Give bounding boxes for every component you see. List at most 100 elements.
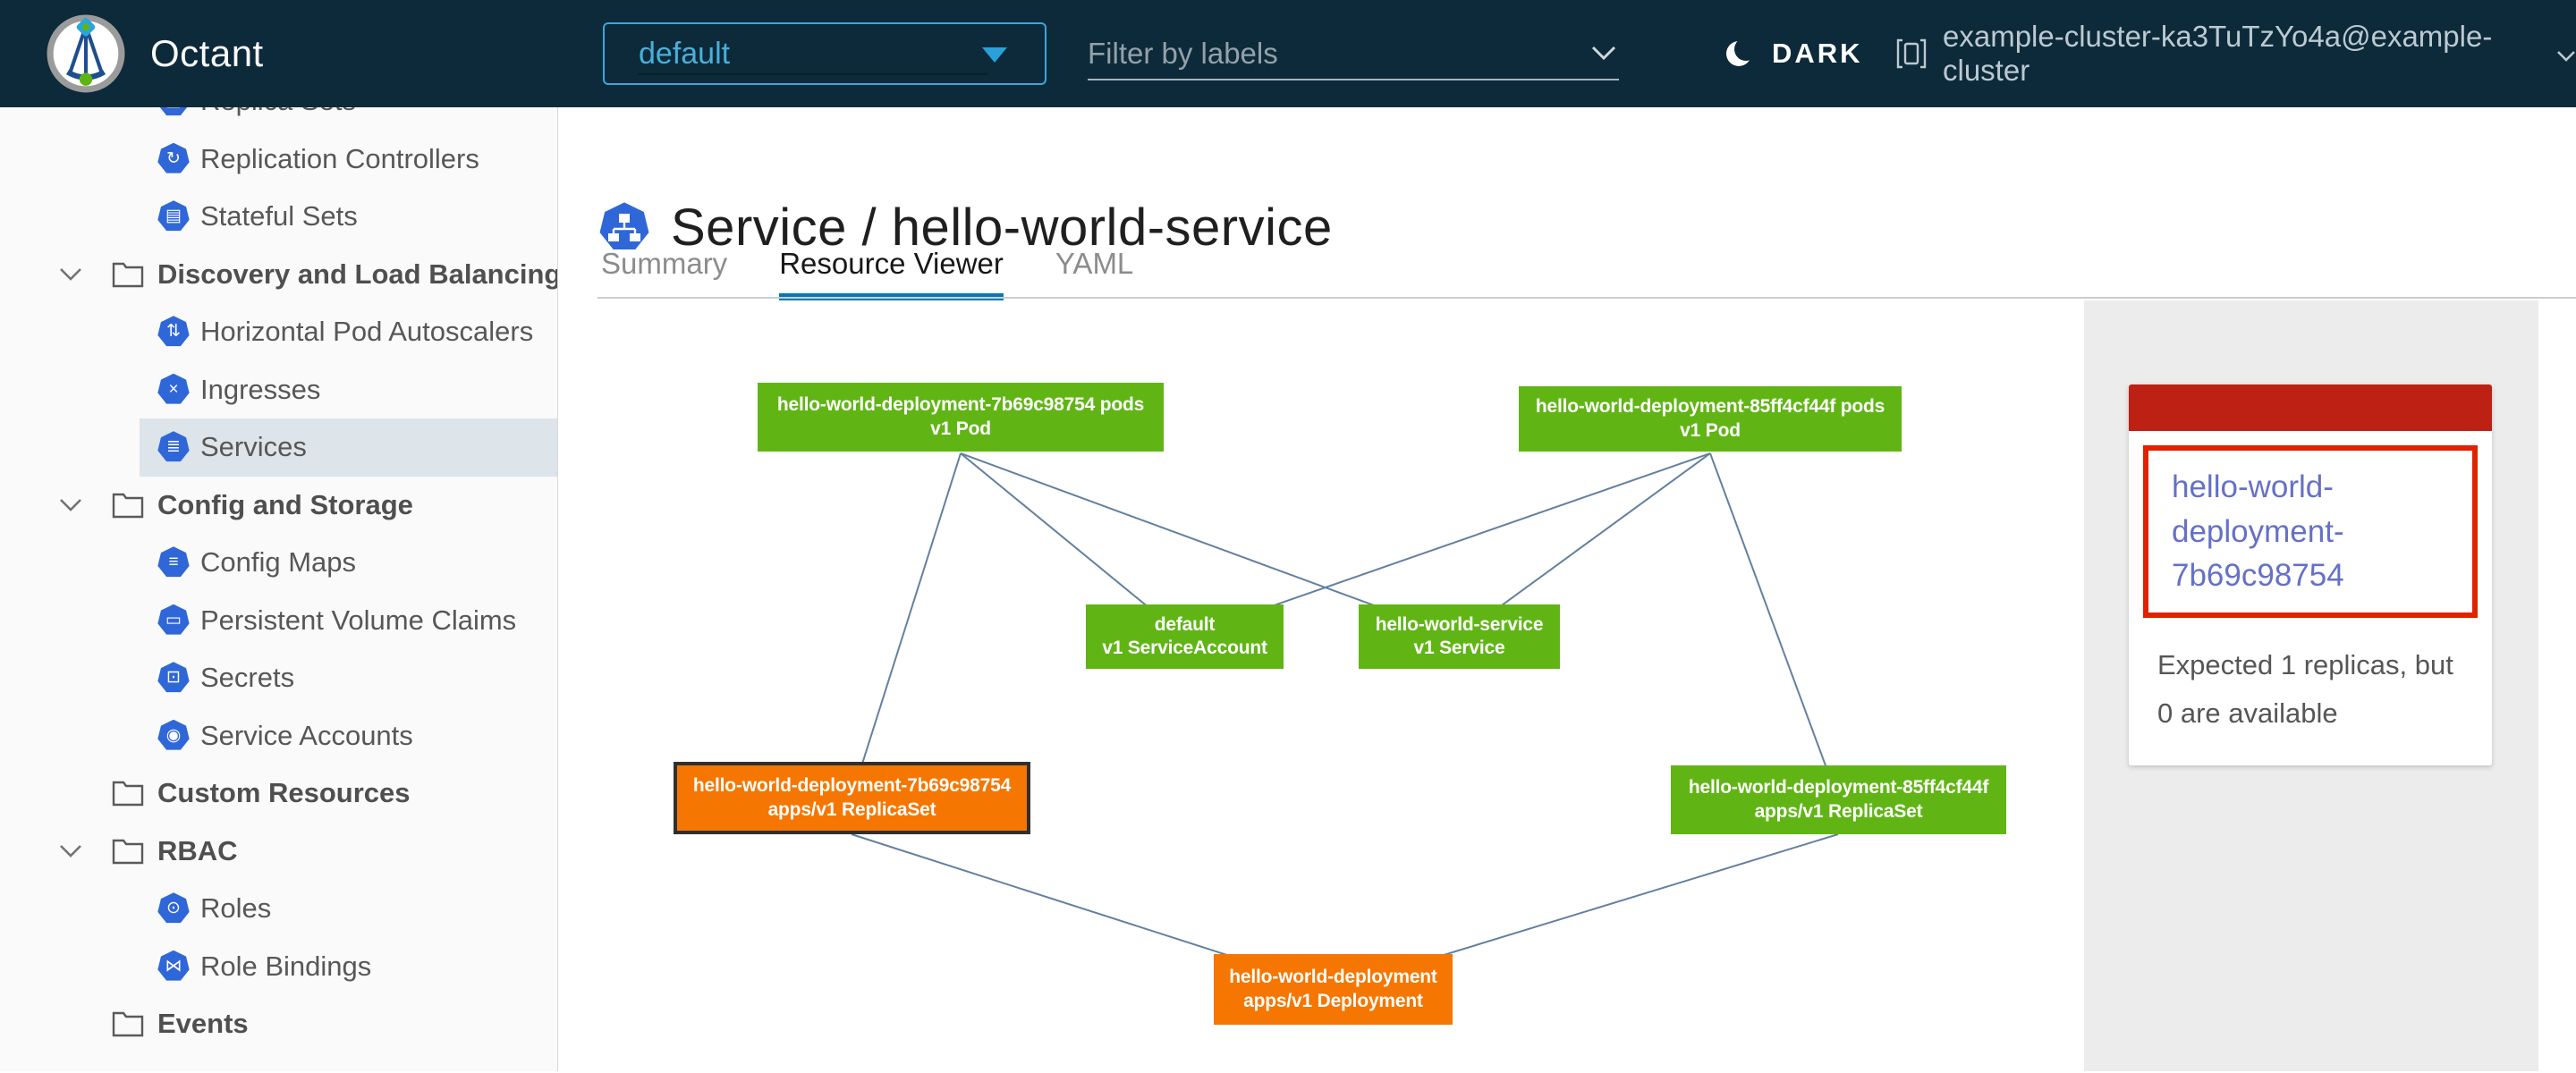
hpa-icon: ⇅: [157, 316, 190, 348]
selected-resource-box: hello-world-deployment-7b69c98754: [2143, 445, 2478, 618]
main-content: Service / hello-world-service Summary Re…: [558, 107, 2576, 1071]
cluster-name: example-cluster-ka3TuTzYo4a@example-clus…: [1943, 20, 2540, 88]
cluster-icon: [1894, 37, 1928, 71]
replication-controllers-icon: ↻: [157, 143, 190, 175]
caret-down-icon: [982, 47, 1007, 63]
sidebar-group-label: RBAC: [157, 835, 238, 867]
status-bar-error: [2129, 384, 2492, 431]
graph-node-serviceaccount-default[interactable]: default v1 ServiceAccount: [1086, 604, 1284, 669]
node-label: default: [1155, 613, 1215, 637]
sidebar-group-custom-resources[interactable]: Custom Resources: [0, 765, 557, 823]
label-filter[interactable]: [1088, 32, 1619, 80]
sidebar-item-label: Stateful Sets: [200, 200, 358, 232]
sidebar-item-replication-controllers[interactable]: ↻ Replication Controllers: [0, 131, 557, 189]
sidebar-item-secrets[interactable]: ⊡ Secrets: [0, 649, 557, 707]
node-label: hello-world-deployment: [1229, 966, 1436, 989]
sidebar-group-events[interactable]: Events: [0, 995, 557, 1053]
octant-logo[interactable]: [47, 14, 125, 93]
tab-bar: Summary Resource Viewer YAML: [601, 247, 1133, 300]
sidebar-item-label: Horizontal Pod Autoscalers: [200, 316, 533, 348]
node-kind: v1 Pod: [1680, 419, 1741, 443]
replica-warning-message: Expected 1 replicas, but 0 are available: [2157, 641, 2474, 739]
selected-resource-link[interactable]: hello-world-deployment-7b69c98754: [2172, 465, 2463, 598]
sidebar-group-label: Config and Storage: [157, 489, 413, 521]
folder-icon: [111, 836, 145, 866]
sidebar-list: ▣ Replica Sets ↻ Replication Controllers…: [0, 107, 557, 1053]
replica-sets-icon: ▣: [157, 107, 190, 117]
sidebar-item-label: Config Maps: [200, 546, 356, 579]
sidebar-item-replica-sets[interactable]: ▣ Replica Sets: [0, 107, 557, 131]
cluster-selector[interactable]: example-cluster-ka3TuTzYo4a@example-clus…: [1894, 0, 2576, 107]
sidebar-group-discovery-and-load-balancing[interactable]: Discovery and Load Balancing: [0, 246, 557, 304]
chevron-down-icon[interactable]: [59, 267, 82, 282]
graph-node-pods-85ff4cf44f[interactable]: hello-world-deployment-85ff4cf44f pods v…: [1519, 386, 1902, 452]
node-kind: v1 Pod: [930, 418, 991, 441]
folder-icon: [111, 490, 145, 520]
node-label: hello-world-deployment-85ff4cf44f pods: [1536, 395, 1885, 418]
chevron-down-icon[interactable]: [59, 498, 82, 512]
chevron-down-icon[interactable]: [1590, 45, 1617, 61]
sidebar-item-label: Roles: [200, 892, 271, 925]
node-kind: apps/v1 Deployment: [1243, 990, 1423, 1013]
node-kind: apps/v1 ReplicaSet: [768, 798, 936, 822]
node-kind: v1 ServiceAccount: [1102, 637, 1267, 660]
sidebar-item-role-bindings[interactable]: ⋈ Role Bindings: [0, 938, 557, 996]
sidebar-group-config-and-storage[interactable]: Config and Storage: [0, 477, 557, 535]
theme-toggle-label: DARK: [1772, 38, 1863, 70]
label-filter-input[interactable]: [1088, 32, 1571, 75]
detail-card-body: hello-world-deployment-7b69c98754 Expect…: [2129, 431, 2492, 765]
sidebar-item-services[interactable]: ≣ Services: [0, 418, 557, 477]
roles-icon: ⊙: [157, 892, 190, 925]
node-label: hello-world-deployment-85ff4cf44f: [1689, 776, 1988, 799]
graph-node-service-hello-world[interactable]: hello-world-service v1 Service: [1359, 604, 1560, 669]
sidebar-nav: ▣ Replica Sets ↻ Replication Controllers…: [0, 107, 558, 1071]
node-label: hello-world-deployment-7b69c98754: [693, 774, 1011, 798]
detail-card: hello-world-deployment-7b69c98754 Expect…: [2129, 384, 2492, 765]
sidebar-item-ingresses[interactable]: × Ingresses: [0, 361, 557, 419]
folder-icon: [111, 778, 145, 808]
graph-node-replicaset-85ff4cf44f[interactable]: hello-world-deployment-85ff4cf44f apps/v…: [1671, 765, 2006, 834]
sidebar-item-label: Role Bindings: [200, 950, 371, 983]
sidebar-group-rbac[interactable]: RBAC: [0, 823, 557, 881]
sidebar-item-stateful-sets[interactable]: ▤ Stateful Sets: [0, 188, 557, 246]
folder-icon: [111, 1009, 145, 1039]
tab-resource-viewer[interactable]: Resource Viewer: [779, 247, 1004, 300]
stateful-sets-icon: ▤: [157, 200, 190, 232]
sidebar-item-service-accounts[interactable]: ◉ Service Accounts: [0, 707, 557, 765]
top-navbar: Octant default DARK example-cluster-ka3T…: [0, 0, 2576, 107]
moon-icon: [1722, 36, 1758, 72]
theme-toggle[interactable]: DARK: [1722, 0, 1863, 107]
graph-node-pods-7b69c98754[interactable]: hello-world-deployment-7b69c98754 pods v…: [758, 383, 1164, 452]
folder-icon: [111, 259, 145, 290]
namespace-dropdown[interactable]: default: [603, 22, 1046, 85]
node-label: hello-world-deployment-7b69c98754 pods: [777, 393, 1144, 417]
sidebar-group-label: Custom Resources: [157, 777, 411, 809]
services-icon: ≣: [157, 431, 190, 463]
secrets-icon: ⊡: [157, 662, 190, 694]
resource-viewer-canvas: hello-world-deployment-7b69c98754 pods v…: [558, 299, 2576, 1071]
namespace-underline: [639, 73, 987, 75]
ingresses-icon: ×: [157, 374, 190, 406]
sidebar-item-label: Services: [200, 431, 307, 463]
node-kind: v1 Service: [1414, 637, 1505, 660]
app-title: Octant: [150, 0, 264, 107]
sidebar-item-label: Secrets: [200, 662, 294, 694]
chevron-down-icon[interactable]: [59, 844, 82, 858]
sidebar-group-label: Discovery and Load Balancing: [157, 258, 558, 291]
sidebar-item-label: Persistent Volume Claims: [200, 604, 516, 637]
tab-yaml[interactable]: YAML: [1055, 247, 1133, 300]
sidebar-item-label: Service Accounts: [200, 720, 413, 752]
pvc-icon: ▭: [157, 604, 190, 637]
sidebar-item-roles[interactable]: ⊙ Roles: [0, 880, 557, 938]
sidebar-item-label: Replica Sets: [200, 107, 356, 117]
service-accounts-icon: ◉: [157, 720, 190, 752]
graph-node-deployment-hello-world[interactable]: hello-world-deployment apps/v1 Deploymen…: [1214, 954, 1453, 1025]
sidebar-item-horizontal-pod-autoscalers[interactable]: ⇅ Horizontal Pod Autoscalers: [0, 303, 557, 361]
tab-summary[interactable]: Summary: [601, 247, 727, 300]
detail-side-panel: hello-world-deployment-7b69c98754 Expect…: [2084, 300, 2538, 1071]
sidebar-item-label: Replication Controllers: [200, 143, 479, 175]
sidebar-item-persistent-volume-claims[interactable]: ▭ Persistent Volume Claims: [0, 592, 557, 650]
chevron-down-icon: [2556, 50, 2576, 63]
sidebar-item-config-maps[interactable]: ≡ Config Maps: [0, 534, 557, 592]
graph-node-replicaset-7b69c98754[interactable]: hello-world-deployment-7b69c98754 apps/v…: [674, 762, 1030, 834]
